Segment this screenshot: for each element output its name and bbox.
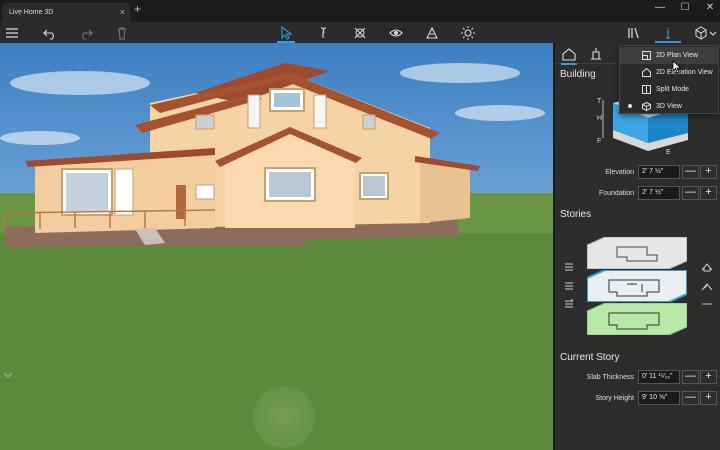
mouse-cursor [672, 60, 682, 74]
elevation-label: Elevation [605, 169, 634, 176]
new-tab-button[interactable]: + [134, 2, 141, 16]
redo-icon[interactable] [78, 25, 94, 41]
menu-item-3d-view[interactable]: 3D View [620, 98, 718, 115]
menu-item-label: 2D Plan View [656, 52, 698, 59]
navigation-joystick[interactable] [253, 386, 315, 448]
view-mode-menu: 2D Plan View 2D Elevation View Split Mod… [619, 45, 719, 114]
maximize-button[interactable]: ☐ [673, 2, 697, 13]
slab-thickness-label: Slab Thickness [586, 374, 634, 381]
menu-item-label: 2D Elevation View [656, 69, 713, 76]
select-icon[interactable] [278, 25, 294, 41]
library-icon[interactable] [626, 25, 642, 41]
foundation-increase-button[interactable]: + [700, 186, 717, 200]
delete-icon[interactable] [114, 25, 130, 41]
undo-icon[interactable] [42, 25, 58, 41]
view-mode-icon[interactable] [694, 25, 718, 41]
roof-icon[interactable] [701, 261, 713, 273]
foundation-decrease-button[interactable]: — [682, 186, 699, 200]
3d-viewport[interactable] [0, 43, 553, 450]
building-section-title: Building [560, 69, 596, 80]
story-height-label: Story Height [595, 395, 634, 402]
menu-item-label: Split Mode [656, 86, 690, 93]
foundation-field[interactable]: 2' 7 ½" [638, 186, 680, 200]
story-height-increase-button[interactable]: + [700, 391, 717, 405]
diagram-label-foundation: F [597, 138, 601, 145]
diagram-label-elevation: E [666, 149, 671, 156]
slab-thickness-increase-button[interactable]: + [700, 370, 717, 384]
stories-section-title: Stories [560, 209, 592, 220]
light-icon[interactable] [460, 25, 476, 41]
view-icon[interactable] [388, 25, 404, 41]
menu-item-label: 3D View [656, 103, 682, 110]
stairs-icon[interactable] [701, 280, 713, 292]
minimize-button[interactable]: — [648, 2, 672, 13]
tab-close-button[interactable]: × [120, 3, 125, 22]
info-icon[interactable] [660, 25, 676, 41]
title-bar: Live Home 3D × + — ☐ ✕ [0, 0, 720, 22]
orbit-icon[interactable] [352, 25, 368, 41]
walk-icon[interactable] [316, 25, 332, 41]
story-current[interactable] [587, 270, 687, 302]
menu-item-2d-plan[interactable]: 2D Plan View [620, 47, 718, 64]
selected-indicator [628, 104, 632, 108]
diagram-label-height: H [597, 115, 602, 122]
elevation-decrease-button[interactable]: — [682, 165, 699, 179]
story-foundation[interactable] [587, 303, 687, 335]
materials-icon[interactable] [424, 25, 440, 41]
app-window: Live Home 3D × + — ☐ ✕ Building T H F E … [0, 0, 720, 450]
close-button[interactable]: ✕ [698, 2, 720, 13]
add-story-below-icon[interactable] [563, 298, 575, 310]
foundation-label: Foundation [598, 190, 634, 197]
story-upper[interactable] [587, 237, 687, 269]
split-mode-icon [642, 85, 651, 94]
story-list-icon[interactable] [563, 280, 575, 292]
menu-item-split-mode[interactable]: Split Mode [620, 81, 718, 98]
story-height-field[interactable]: 9' 10 ⅝" [638, 391, 680, 405]
slab-thickness-field[interactable]: 0' 11 ¹⁵⁄₁₆" [638, 370, 680, 384]
plan-view-icon [642, 51, 651, 60]
current-story-section-title: Current Story [560, 352, 620, 363]
tab-title: Live Home 3D [9, 9, 54, 16]
3d-view-icon [642, 102, 651, 111]
elevation-field[interactable]: 2' 7 ½" [638, 165, 680, 179]
slab-icon[interactable] [701, 298, 713, 310]
document-tab[interactable]: Live Home 3D × [2, 3, 130, 22]
building-tab-icon[interactable] [561, 46, 577, 65]
slab-thickness-decrease-button[interactable]: — [682, 370, 699, 384]
menu-item-2d-elevation[interactable]: 2D Elevation View [620, 64, 718, 81]
menu-icon[interactable] [4, 25, 20, 41]
elevation-view-icon [642, 68, 651, 77]
toolbar [0, 22, 720, 43]
story-height-decrease-button[interactable]: — [682, 391, 699, 405]
diagram-label-top: T [597, 98, 602, 105]
terrain-tab-icon[interactable] [588, 46, 604, 62]
add-story-above-icon[interactable] [563, 261, 575, 273]
elevation-increase-button[interactable]: + [700, 165, 717, 179]
